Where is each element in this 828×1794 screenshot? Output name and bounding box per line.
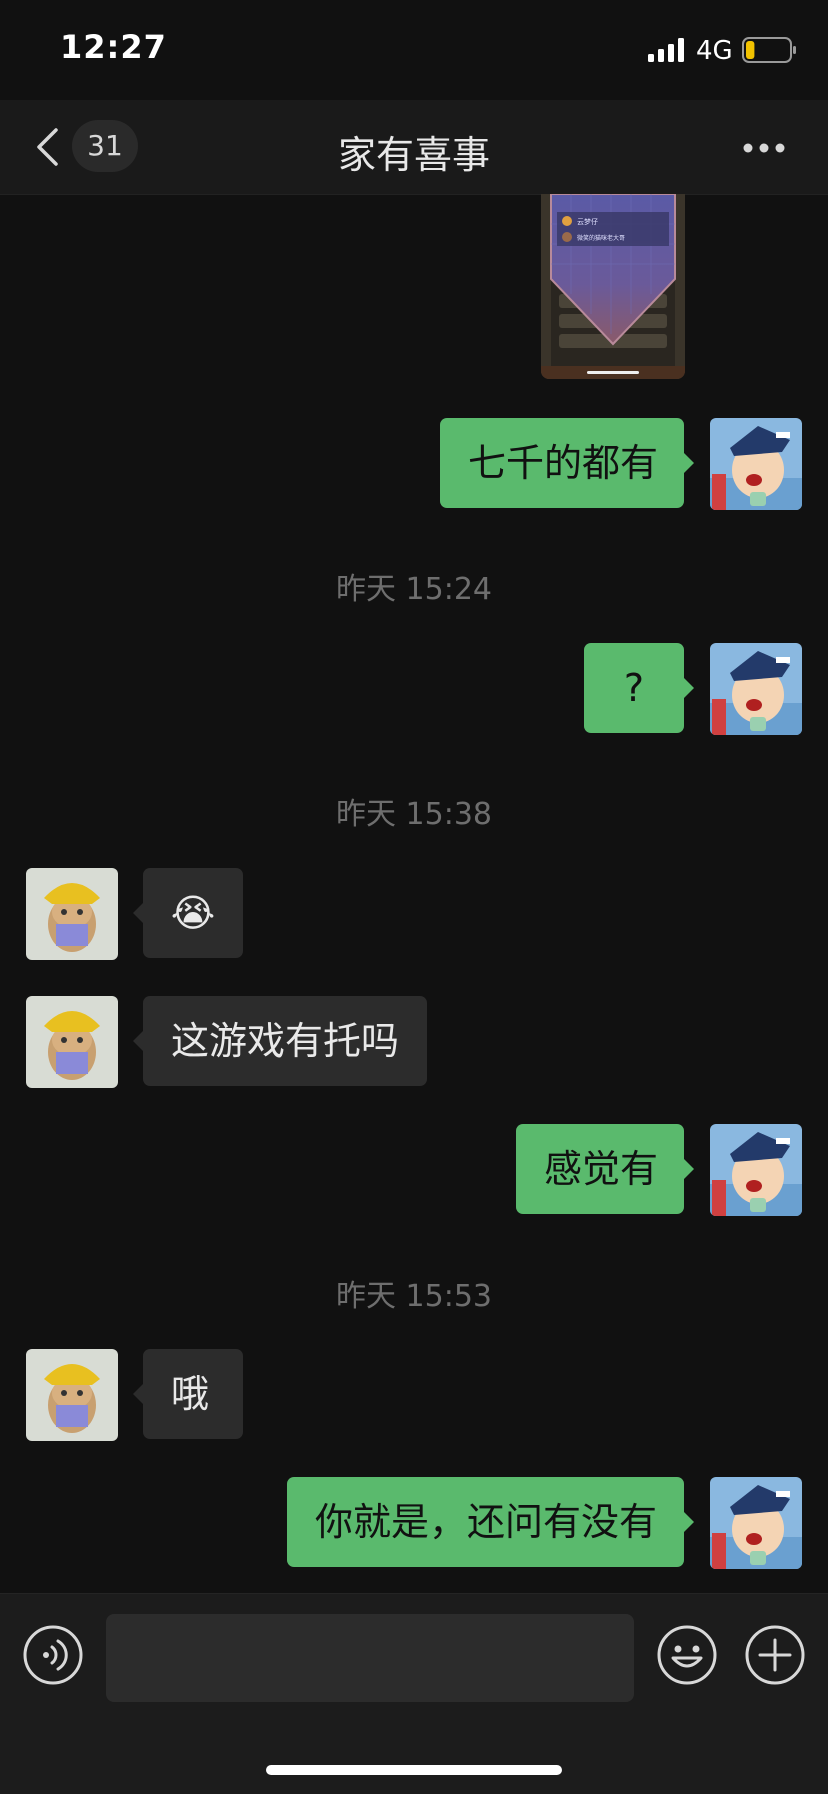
- plus-icon[interactable]: [744, 1624, 806, 1686]
- message-timestamp: 昨天 15:38: [336, 797, 492, 832]
- chat-header: 31 家有喜事: [0, 100, 828, 195]
- message-timestamp: 昨天 15:53: [336, 1279, 492, 1314]
- bubble-tail: [133, 1384, 143, 1404]
- bubble-tail: [684, 678, 694, 698]
- contact-avatar[interactable]: [26, 868, 118, 960]
- status-time: 12:27: [60, 28, 167, 66]
- my-avatar[interactable]: [710, 1124, 802, 1216]
- more-icon[interactable]: [742, 142, 786, 154]
- message-input[interactable]: [106, 1614, 634, 1702]
- game-row-2: 微笑的猫咪老大哥: [577, 234, 625, 242]
- home-indicator[interactable]: [266, 1765, 562, 1775]
- contact-avatar[interactable]: [26, 996, 118, 1088]
- my-avatar[interactable]: [710, 418, 802, 510]
- voice-icon[interactable]: [22, 1624, 84, 1686]
- message-timestamp: 昨天 15:24: [336, 572, 492, 607]
- game-screenshot-image: 云梦仔 微笑的猫咪老大哥: [541, 194, 685, 379]
- emoji-icon[interactable]: [656, 1624, 718, 1686]
- incoming-emoji-bubble[interactable]: 😭: [143, 868, 243, 958]
- bubble-tail: [133, 903, 143, 923]
- outgoing-message-bubble[interactable]: 你就是，还问有没有: [287, 1477, 684, 1567]
- chat-input-bar: [0, 1593, 828, 1794]
- outgoing-message-bubble[interactable]: 感觉有: [516, 1124, 684, 1214]
- bubble-tail: [684, 453, 694, 473]
- contact-avatar[interactable]: [26, 1349, 118, 1441]
- outgoing-message-bubble[interactable]: ?: [584, 643, 684, 733]
- outgoing-message-bubble[interactable]: 七千的都有: [440, 418, 684, 508]
- game-row-1: 云梦仔: [577, 217, 598, 226]
- status-bar: 12:27 4G: [0, 0, 828, 100]
- battery-icon: [742, 37, 796, 63]
- incoming-message-bubble[interactable]: 哦: [143, 1349, 243, 1439]
- shared-image-message[interactable]: 云梦仔 微笑的猫咪老大哥: [541, 194, 685, 379]
- bubble-tail: [684, 1159, 694, 1179]
- my-avatar[interactable]: [710, 643, 802, 735]
- bubble-tail: [684, 1512, 694, 1532]
- chat-title: 家有喜事: [337, 133, 490, 177]
- network-type: 4G: [696, 36, 733, 66]
- signal-icon: [648, 38, 684, 62]
- my-avatar[interactable]: [710, 1477, 802, 1569]
- incoming-message-bubble[interactable]: 这游戏有托吗: [143, 996, 427, 1086]
- bubble-tail: [133, 1031, 143, 1051]
